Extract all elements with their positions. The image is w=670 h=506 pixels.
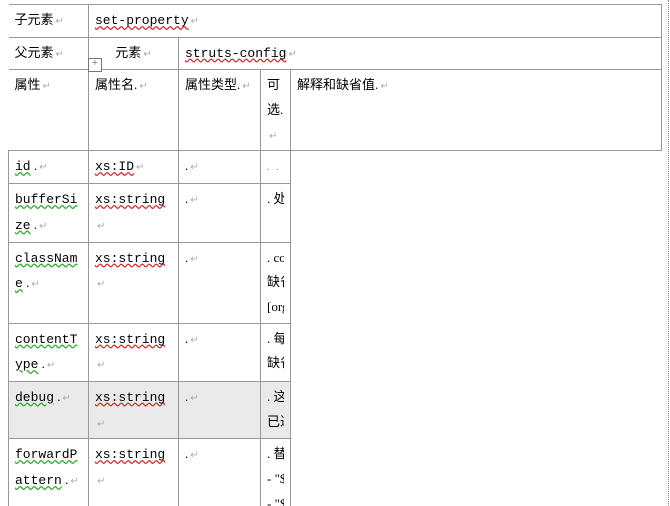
table-row: debug .xs:string.. 这个模块的调试级别，缺省为[0] . . … (9, 381, 662, 438)
attr-optional: . (179, 184, 261, 242)
table-row: id .xs:ID.. . . . . . . . . . . . . . . … (9, 151, 662, 184)
header-attr-type: 属性类型. (179, 70, 261, 151)
attr-optional: . (179, 242, 261, 323)
attr-type: xs:string (89, 381, 179, 438)
attr-description: . . . . . . . . . . . . . . . . . . . . … (261, 151, 291, 184)
attr-name: id . (9, 151, 89, 184)
attr-type: xs:string (89, 242, 179, 323)
attr-name: debug . (9, 381, 89, 438)
attr-optional: . (179, 439, 261, 506)
attr-optional: . (179, 151, 261, 184)
attr-description: . controller 对象的 ControllerConfig 子类的全限定… (261, 242, 291, 323)
attr-name: bufferSize . (9, 184, 89, 242)
header-attr-name: 属性名. (89, 70, 179, 151)
table-row: bufferSize .xs:string.. 处理文件上传时的缓冲大小。缺省为… (9, 184, 662, 242)
attr-description: . 这个模块的调试级别，缺省为[0] . . . . . . . . . . .… (261, 381, 291, 438)
attr-optional: . (179, 323, 261, 381)
label-element: 元素 (89, 37, 179, 70)
attr-description: . 处理文件上传时的缓冲大小。缺省为[4096] . . . . . . . .… (261, 184, 291, 242)
attr-type: xs:string (89, 439, 179, 506)
attr-type: xs:string (89, 184, 179, 242)
attr-name: className . (9, 242, 89, 323)
schema-table: 子元素 set-property 父元素 元素 struts-config 属性 (8, 4, 662, 506)
attr-type: xs:string (89, 323, 179, 381)
header-attr-optional: 可选. (261, 70, 291, 151)
row-child-element: 子元素 set-property (9, 5, 662, 38)
label-attributes: 属性 (9, 70, 89, 151)
attr-description: . 每一个响应的缺省内容类型（可附加编码方式）. 这个值可能被转发的其它资源（比… (261, 323, 291, 381)
label-child-element: 子元素 (9, 5, 89, 38)
table-row: contentType .xs:string.. 每一个响应的缺省内容类型（可附… (9, 323, 662, 381)
label-parent-element: 父元素 (9, 37, 89, 70)
attr-optional: . (179, 381, 261, 438)
table-row: forwardPattern .xs:string.. 替换模式，定义了元素的"… (9, 439, 662, 506)
table-row: className .xs:string.. controller 对象的 Co… (9, 242, 662, 323)
attributes-header-row: 属性 属性名. 属性类型. 可选. 解释和缺省值. (9, 70, 662, 151)
value-element: struts-config (179, 37, 662, 70)
attr-name: contentType . (9, 323, 89, 381)
value-child-element: set-property (89, 5, 662, 38)
row-parent-element: 父元素 元素 struts-config (9, 37, 662, 70)
attr-description: . 替换模式，定义了元素的"path"属性是如何映射到上下文相对的 url 的。… (261, 439, 291, 506)
attr-name: forwardPattern . (9, 439, 89, 506)
header-attr-desc: 解释和缺省值. (291, 70, 662, 151)
table-resize-handle-icon[interactable]: + (88, 58, 102, 72)
attr-type: xs:ID (89, 151, 179, 184)
